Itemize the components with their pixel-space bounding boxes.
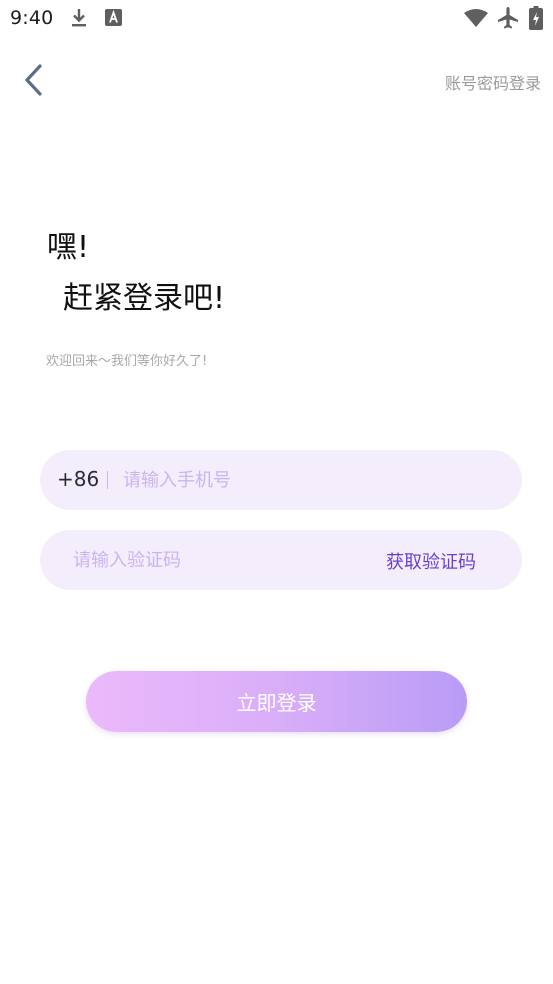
wifi-icon (464, 9, 488, 27)
battery-icon (529, 6, 543, 30)
verification-code-field: 获取验证码 (40, 530, 522, 590)
greeting-title-line2: 赶紧登录吧! (63, 281, 226, 316)
a-notification-icon (105, 9, 122, 26)
greeting-title-line1: 嘿! (47, 230, 90, 265)
verification-code-input[interactable] (73, 530, 373, 590)
back-button[interactable] (18, 60, 52, 100)
field-divider (107, 471, 108, 489)
password-login-link[interactable]: 账号密码登录 (445, 70, 541, 94)
login-button[interactable]: 立即登录 (86, 671, 467, 732)
airplane-icon (498, 7, 518, 29)
download-icon (72, 9, 86, 27)
phone-input[interactable] (123, 450, 503, 510)
status-bar: 9:40 (0, 0, 553, 36)
phone-field: +86 (40, 450, 522, 510)
status-time: 9:40 (10, 7, 54, 29)
chevron-left-icon (25, 64, 42, 96)
get-code-button[interactable]: 获取验证码 (386, 548, 476, 574)
greeting-subtitle: 欢迎回来～我们等你好久了! (46, 354, 208, 369)
country-code[interactable]: +86 (57, 467, 99, 491)
